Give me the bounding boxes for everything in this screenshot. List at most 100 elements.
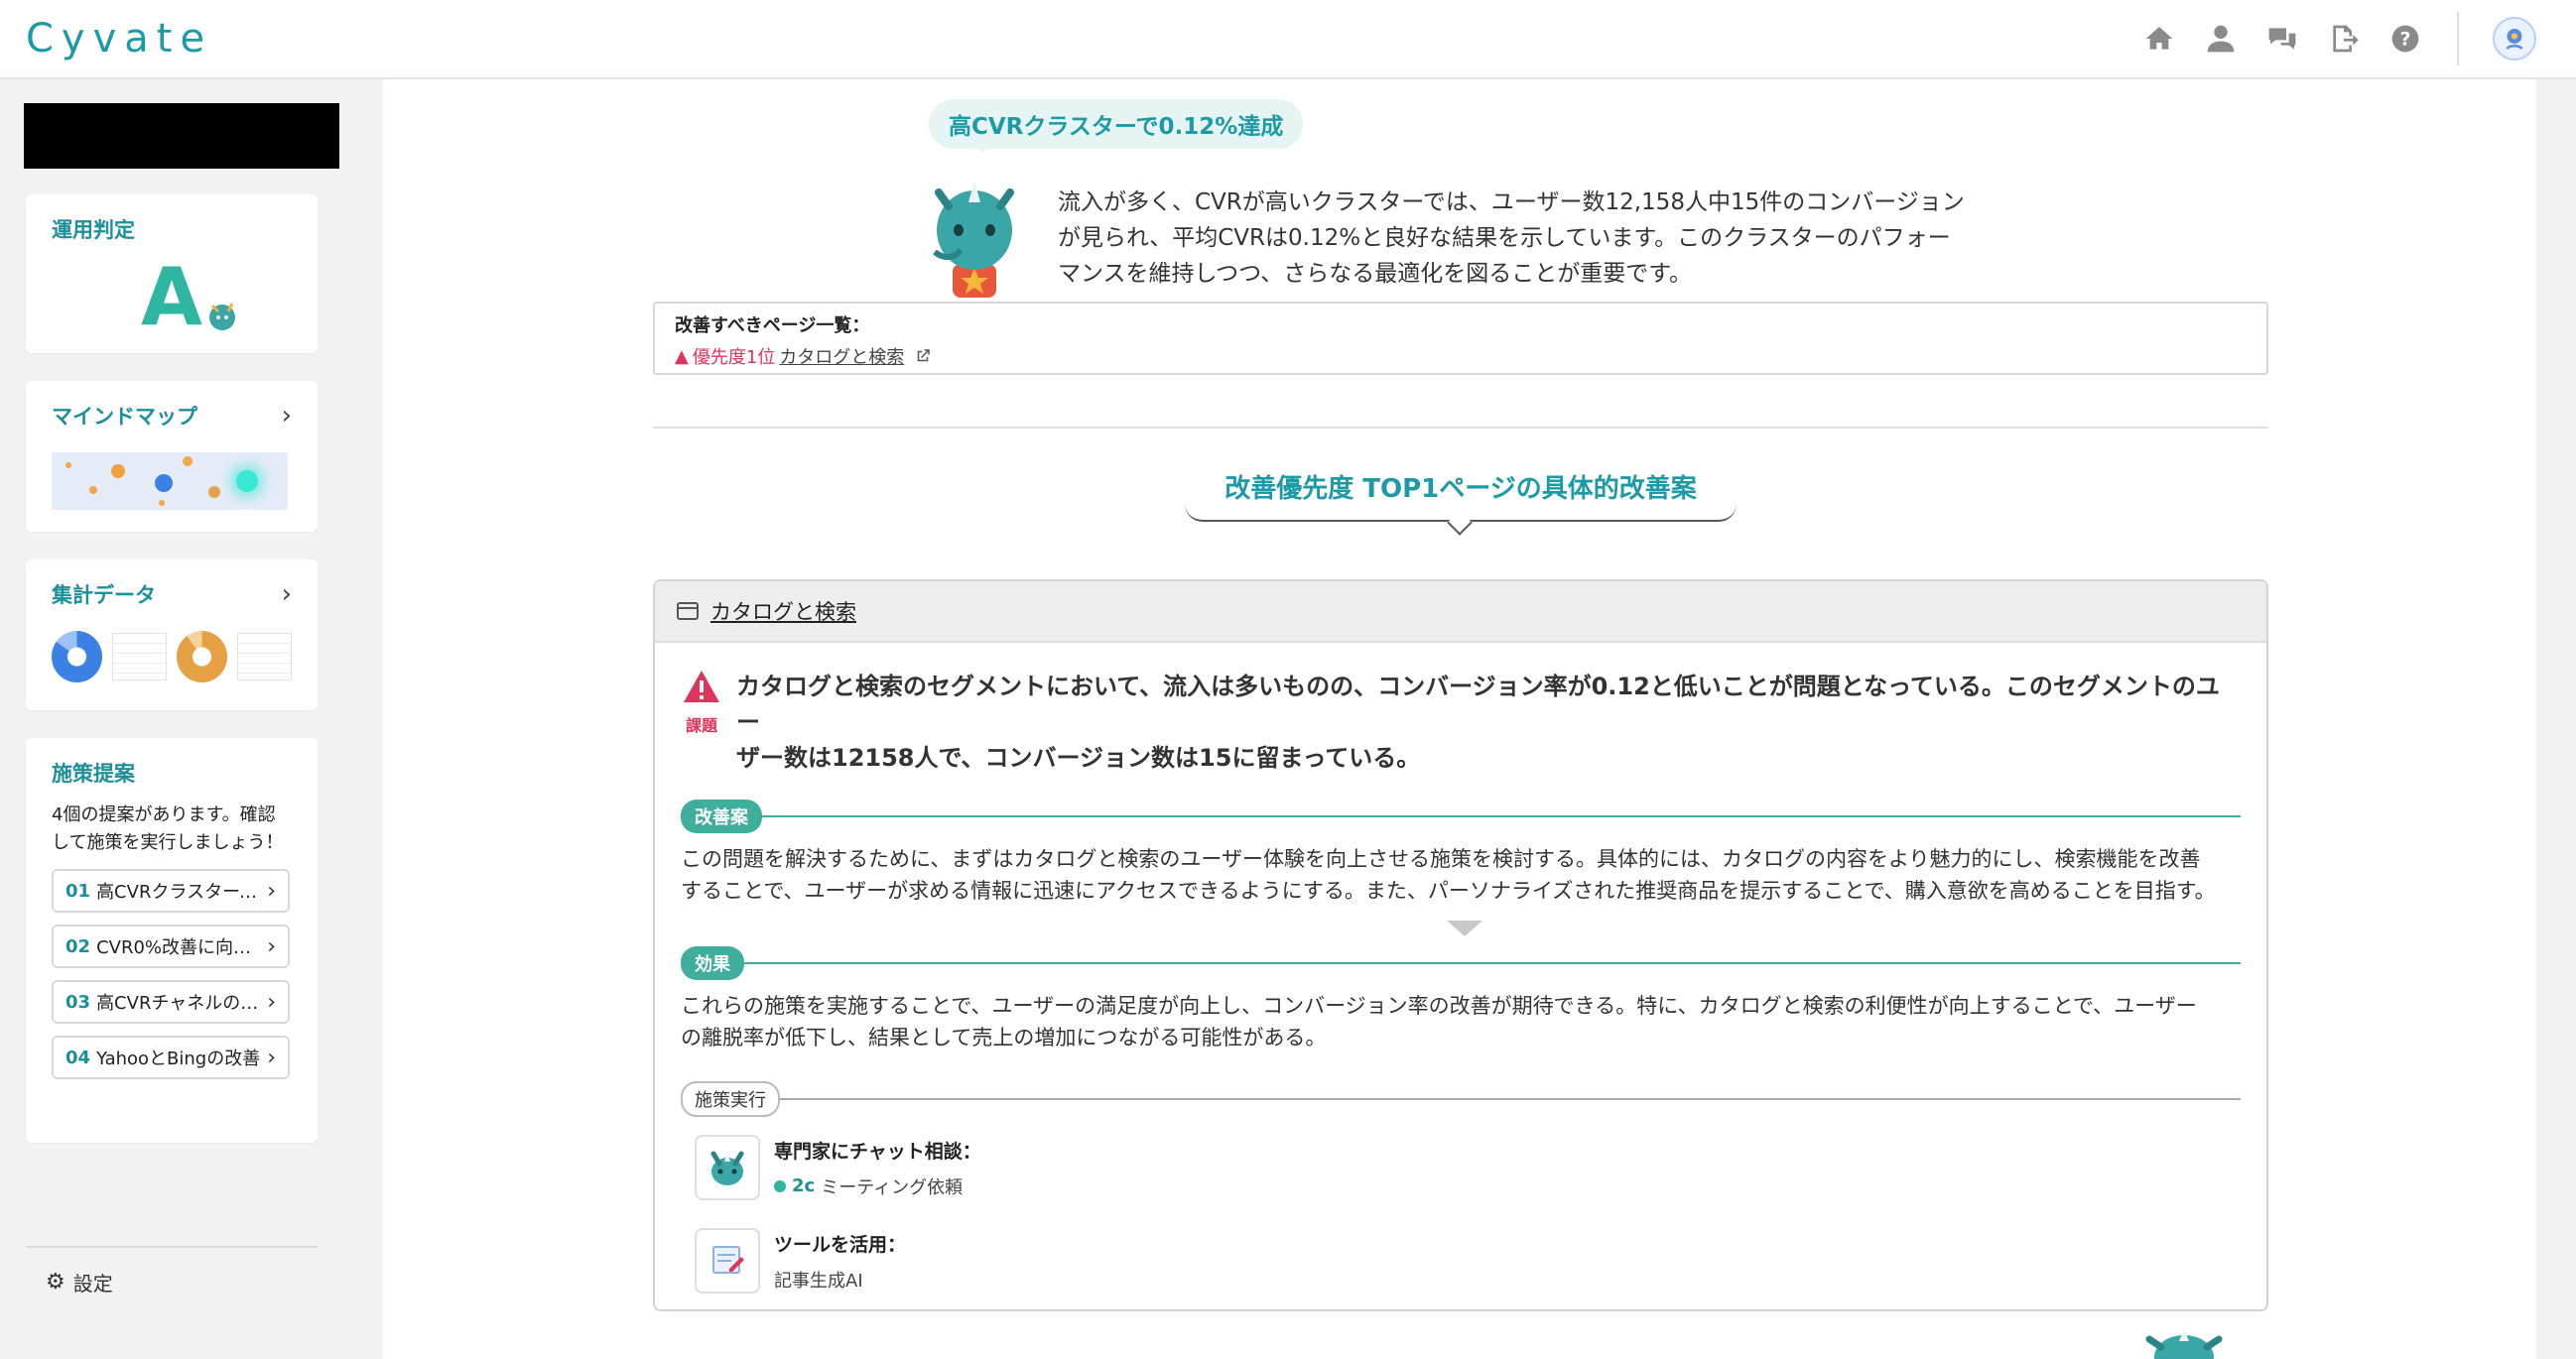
grade-letter: A [141,251,202,343]
settings-link[interactable]: ⚙ 設定 [46,1268,113,1297]
proposal-line: することで、ユーザーが求める情報に迅速にアクセスできるようにする。また、パーソナ… [681,879,2216,903]
chevron-right-icon[interactable]: › [282,401,292,431]
issue-line: カタログと検索のセグメントにおいて、流入は多いものの、コンバージョン率が0.12… [736,673,2220,736]
meeting-request-link[interactable]: ミーティング依頼 [821,1174,963,1199]
rhino-mascot-icon [933,181,1014,298]
proposal-number: 03 [65,991,91,1013]
chevron-right-icon: › [267,1045,276,1070]
proposals-description: 4個の提案があります。確認して施策を実行しましょう！ [52,804,284,853]
proposal-label: YahooとBingの改善 [96,1049,261,1069]
priority-label: 優先度1位 [692,347,776,368]
mindmap-thumbnail[interactable] [52,452,288,510]
judgment-title: 運用判定 [52,218,135,242]
table-thumb-icon [237,633,292,680]
mindmap-node [89,486,97,494]
section-title: 改善優先度 TOP1ページの具体的改善案 [1185,466,1737,522]
tool-name[interactable]: 記事生成AI [774,1267,906,1293]
effect-line: の離脱率が低下し、結果として売上の増加につながる可能性がある。 [681,1026,1327,1050]
priority-page-row: ▲ 優先度1位 カタログと検索 [675,343,2247,369]
proposal-item-02[interactable]: 02 CVR0%改善に向けて › [52,925,290,968]
summary-line: が見られ、平均CVRは0.12%と良好な結果を示しています。このクラスターのパフ… [1058,225,1951,251]
proposal-number: 01 [65,880,91,902]
warning-triangle-icon: ▲ [675,345,689,367]
home-icon[interactable] [2141,21,2177,57]
proposal-tag-row: 改善案 [681,800,2241,833]
settings-label: 設定 [72,1272,113,1296]
mindmap-node [159,500,165,506]
main-content: 高CVRクラスターで0.12%達成 流入が多く、CVRが高いクラスターでは、ユー… [383,79,2536,1359]
export-icon[interactable] [2326,21,2362,57]
card-title-link[interactable]: カタログと検索 [710,596,856,626]
donut-chart-icon [52,631,103,682]
proposal-number: 02 [65,935,91,957]
summary-text: 流入が多く、CVRが高いクラスターでは、ユーザー数12,158人中15件のコンバ… [1058,185,2000,292]
effect-line: これらの施策を実施することで、ユーザーの満足度が向上し、コンバージョン率の改善が… [681,994,2197,1018]
redacted-banner [24,103,339,169]
expert-title: 専門家にチャット相談： [774,1140,981,1163]
header-divider [2457,12,2459,65]
tool-title: ツールを活用： [774,1233,907,1256]
mindmap-node [65,462,71,468]
donut-chart-icon [177,631,228,682]
pages-title: 改善すべきページ一覧： [675,315,870,336]
expert-chat-item[interactable]: 専門家にチャット相談： 2c ミーティング依頼 [695,1135,2266,1200]
proposal-label: 高CVRクラスターで0.12%達成 [96,882,261,903]
proposal-item-03[interactable]: 03 高CVRチャネルの強化 › [52,980,290,1024]
card-header: カタログと検索 [655,581,2266,643]
avatar-icon[interactable] [2493,17,2536,61]
issue-label: 課題 [685,716,717,735]
chat-icon[interactable] [2264,21,2300,57]
aggregate-thumbnail[interactable] [52,631,292,682]
mindmap-node [208,486,220,498]
brand-dot-icon [774,1179,786,1192]
proposal-number: 04 [65,1047,91,1068]
user-icon[interactable] [2203,21,2239,57]
proposal-text: この問題を解決するために、まずはカタログと検索のユーザー体験を向上させる施策を検… [681,843,2241,907]
app-logo[interactable]: Cyvate [26,16,212,62]
proposal-label: CVR0%改善に向けて [96,937,262,958]
mindmap-node [183,456,193,466]
sidebar-divider [26,1246,318,1248]
summary-line: 流入が多く、CVRが高いクラスターでは、ユーザー数12,158人中15件のコンバ… [1058,189,1965,215]
mindmap-card[interactable]: マインドマップ › [26,381,318,532]
issue-line: ザー数は12158人で、コンバージョン数は15に留まっている。 [736,744,1421,772]
issue-text: カタログと検索のセグメントにおいて、流入は多いものの、コンバージョン率が0.12… [736,669,2235,776]
summary-pill: 高CVRクラスターで0.12%達成 [929,99,1304,153]
exec-tag: 施策実行 [681,1081,780,1117]
mindmap-node [155,474,173,492]
warning-triangle-icon [684,671,719,702]
browser-window-icon [677,602,699,620]
mindmap-node [111,464,125,478]
gear-icon: ⚙ [46,1270,65,1295]
judgment-card[interactable]: 運用判定 A [26,194,318,353]
mindmap-node [236,470,258,492]
rhino-mascot-icon [209,303,235,330]
proposal-line: この問題を解決するために、まずはカタログと検索のユーザー体験を向上させる施策を検… [681,847,2201,871]
sidebar: 運用判定 A マインドマップ › 集計データ › 施策提案 4個の提案があります… [0,81,345,1359]
chevron-right-icon: › [267,989,276,1015]
down-arrow-icon [1447,921,1482,936]
proposals-title: 施策提案 [52,762,135,786]
tag-underline [762,815,2241,817]
page-link-catalog[interactable]: カタログと検索 [779,343,904,369]
brand-2c: 2c [792,1175,816,1196]
article-ai-icon [695,1228,760,1294]
tag-underline [744,962,2241,964]
issue-row: 課題 カタログと検索のセグメントにおいて、流入は多いものの、コンバージョン率が0… [681,669,2266,776]
improvement-card: カタログと検索 課題 カタログと検索のセグメントにおいて、流入は多いものの、コン… [653,579,2268,1311]
aggregate-card[interactable]: 集計データ › [26,559,318,710]
proposal-item-04[interactable]: 04 YahooとBingの改善 › [52,1036,290,1079]
proposal-item-01[interactable]: 01 高CVRクラスターで0.12%達成 › [52,869,290,913]
external-link-icon[interactable] [914,347,932,365]
table-thumb-icon [112,633,167,680]
header-actions: ? [2141,12,2536,65]
rhino-mascot-icon [695,1135,760,1200]
aggregate-title: 集計データ [52,583,156,607]
chevron-right-icon: › [267,878,276,904]
pages-to-improve-box: 改善すべきページ一覧： ▲ 優先度1位 カタログと検索 [653,302,2268,375]
svg-text:?: ? [2400,30,2411,51]
help-icon[interactable]: ? [2387,21,2423,57]
chevron-right-icon[interactable]: › [282,579,292,609]
tool-item[interactable]: ツールを活用： 記事生成AI [695,1228,2266,1294]
proposal-label: 高CVRチャネルの強化 [96,993,262,1014]
